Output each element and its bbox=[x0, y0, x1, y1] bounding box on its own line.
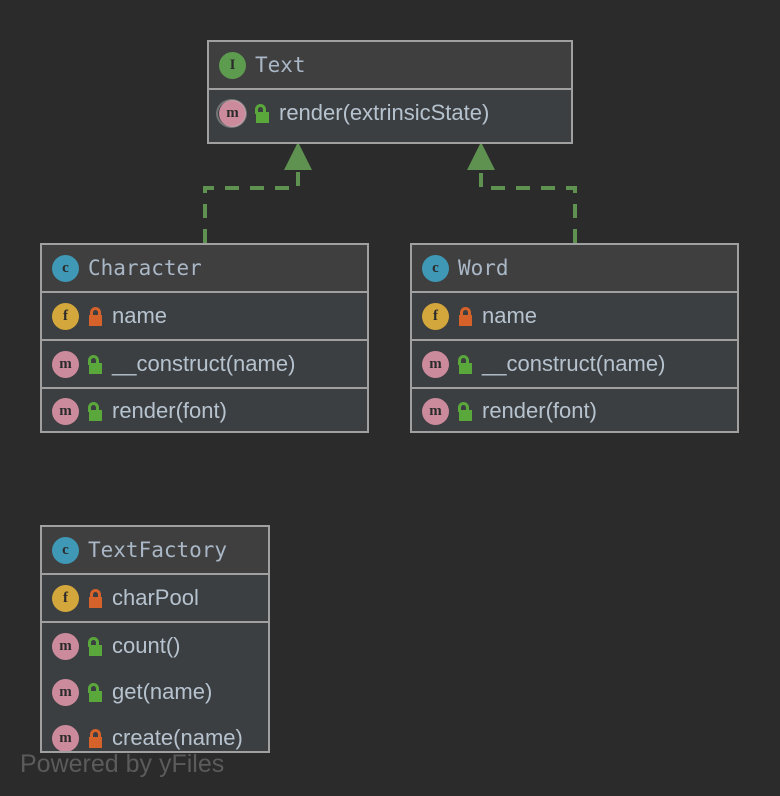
uml-header-character: c Character bbox=[42, 245, 367, 293]
method-badge: m bbox=[422, 397, 449, 425]
closed-lock-icon bbox=[88, 306, 103, 326]
uml-member-row[interactable]: f name bbox=[42, 293, 367, 339]
open-lock-icon bbox=[88, 682, 103, 702]
method-badge: m bbox=[52, 724, 79, 751]
edge-word-to-text bbox=[467, 142, 577, 243]
class-badge: c bbox=[52, 536, 79, 564]
uml-member-row[interactable]: f charPool bbox=[42, 575, 268, 621]
uml-member-row[interactable]: m count() bbox=[42, 623, 268, 669]
uml-member-row[interactable]: m __construct(name) bbox=[42, 341, 367, 387]
method-badge: m bbox=[52, 678, 79, 706]
uml-member-row[interactable]: f name bbox=[412, 293, 737, 339]
uml-methods-section-word: m __construct(name) m render(font) bbox=[412, 341, 737, 431]
member-label: create(name) bbox=[112, 725, 243, 750]
member-label: count() bbox=[112, 633, 181, 658]
closed-lock-icon bbox=[88, 588, 103, 608]
class-name-label: Word bbox=[458, 256, 509, 280]
uml-member-row[interactable]: m render(font) bbox=[42, 387, 367, 431]
member-label: name bbox=[112, 303, 168, 328]
open-lock-icon bbox=[88, 354, 103, 374]
class-name-label: Text bbox=[255, 53, 306, 77]
member-label: render(font) bbox=[112, 398, 227, 423]
member-label: name bbox=[482, 303, 538, 328]
uml-header-textfactory: c TextFactory bbox=[42, 527, 268, 575]
class-badge: c bbox=[422, 254, 449, 282]
uml-header-word: c Word bbox=[412, 245, 737, 293]
open-lock-icon bbox=[255, 103, 270, 123]
field-badge: f bbox=[52, 584, 79, 612]
uml-member-row[interactable]: m get(name) bbox=[42, 669, 268, 715]
member-label: __construct(name) bbox=[112, 351, 296, 376]
open-lock-icon bbox=[88, 636, 103, 656]
uml-class-character[interactable]: c Character f name m __construct(name) m bbox=[40, 243, 369, 433]
realization-arrowhead bbox=[284, 142, 312, 170]
uml-member-row[interactable]: m __construct(name) bbox=[412, 341, 737, 387]
edge-character-to-text bbox=[203, 142, 312, 243]
uml-fields-section-character: f name bbox=[42, 293, 367, 341]
open-lock-icon bbox=[458, 401, 473, 421]
uml-member-row[interactable]: m render(extrinsicState) bbox=[209, 90, 571, 136]
member-label: render(extrinsicState) bbox=[279, 100, 490, 125]
diagram-canvas: Text (realization, dashed elbow) --> Tex… bbox=[0, 0, 780, 796]
uml-methods-section-character: m __construct(name) m render(font) bbox=[42, 341, 367, 431]
uml-class-word[interactable]: c Word f name m __construct(name) m rend… bbox=[410, 243, 739, 433]
uml-member-row[interactable]: m create(name) bbox=[42, 715, 268, 751]
method-badge: m bbox=[52, 632, 79, 660]
uml-member-row[interactable]: m render(font) bbox=[412, 387, 737, 431]
member-label: charPool bbox=[112, 585, 199, 610]
field-badge: f bbox=[422, 302, 449, 330]
uml-fields-section-word: f name bbox=[412, 293, 737, 341]
class-badge: c bbox=[52, 254, 79, 282]
member-label: get(name) bbox=[112, 679, 213, 704]
method-badge: m bbox=[52, 397, 79, 425]
uml-class-textfactory[interactable]: c TextFactory f charPool m count() m get… bbox=[40, 525, 270, 753]
class-name-label: Character bbox=[88, 256, 202, 280]
open-lock-icon bbox=[88, 401, 103, 421]
method-badge: m bbox=[52, 350, 79, 378]
uml-header-text: I Text bbox=[209, 42, 571, 90]
class-name-label: TextFactory bbox=[88, 538, 228, 562]
method-badge: m bbox=[422, 350, 449, 378]
member-label: render(font) bbox=[482, 398, 597, 423]
method-badge: m bbox=[216, 98, 247, 128]
uml-methods-section-text: m render(extrinsicState) bbox=[209, 90, 571, 136]
closed-lock-icon bbox=[88, 728, 103, 748]
closed-lock-icon bbox=[458, 306, 473, 326]
field-badge: f bbox=[52, 302, 79, 330]
interface-badge: I bbox=[219, 51, 246, 79]
open-lock-icon bbox=[458, 354, 473, 374]
yfiles-watermark: Powered by yFiles bbox=[20, 750, 225, 778]
member-label: __construct(name) bbox=[482, 351, 666, 376]
uml-class-text[interactable]: I Text m render(extrinsicState) bbox=[207, 40, 573, 144]
uml-fields-section-textfactory: f charPool bbox=[42, 575, 268, 623]
uml-methods-section-textfactory: m count() m get(name) m create(name) bbox=[42, 623, 268, 751]
realization-arrowhead bbox=[467, 142, 495, 170]
